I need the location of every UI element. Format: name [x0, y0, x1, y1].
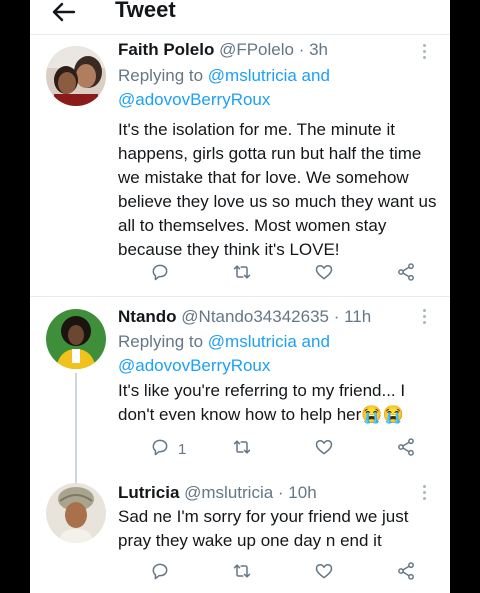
- avatar[interactable]: [46, 309, 106, 369]
- mention-link[interactable]: @adovovBerryRoux: [118, 90, 270, 109]
- replying-and[interactable]: and: [297, 66, 330, 85]
- avatar[interactable]: [46, 46, 106, 106]
- tweet-actions: 1: [122, 437, 414, 461]
- share-icon: [396, 561, 416, 586]
- retweet-button[interactable]: [232, 437, 252, 461]
- back-arrow-icon[interactable]: [50, 1, 76, 23]
- tweet-header: Lutricia @mslutricia · 10h: [118, 483, 317, 503]
- retweet-button[interactable]: [232, 262, 252, 286]
- mention-link[interactable]: @mslutricia: [208, 66, 297, 85]
- share-button[interactable]: [396, 437, 416, 461]
- reply-icon: [150, 437, 170, 462]
- thread-line: [75, 373, 77, 483]
- share-button[interactable]: [396, 262, 416, 286]
- tweet-actions: [122, 262, 414, 286]
- replying-and[interactable]: and: [297, 332, 330, 351]
- top-bar: Tweet: [30, 0, 450, 35]
- reply-count: 1: [178, 440, 187, 458]
- page-title: Tweet: [115, 0, 176, 22]
- tweet-text: It's like you're referring to my friend.…: [118, 381, 406, 424]
- separator-dot: ·: [273, 483, 289, 502]
- tweet-actions: [122, 561, 414, 585]
- tweet-item[interactable]: Faith Polelo @FPolelo · 3h Replying to @…: [30, 34, 450, 296]
- display-name[interactable]: Faith Polelo: [118, 40, 214, 59]
- user-handle[interactable]: @FPolelo: [219, 40, 294, 59]
- tweet-text: It's the isolation for me. The minute it…: [118, 120, 437, 259]
- user-handle[interactable]: @Ntando34342635: [181, 307, 329, 326]
- tweet-item[interactable]: Ntando @Ntando34342635 · 11h Replying to…: [30, 297, 450, 483]
- mention-link[interactable]: @mslutricia: [208, 332, 297, 351]
- replying-to: Replying to @mslutricia and @adovovBerry…: [118, 64, 330, 112]
- mention-link[interactable]: @adovovBerryRoux: [118, 356, 270, 375]
- reply-icon: [150, 262, 170, 287]
- display-name[interactable]: Ntando: [118, 307, 177, 326]
- more-options-icon[interactable]: [422, 309, 428, 327]
- heart-icon: [314, 262, 334, 287]
- display-name[interactable]: Lutricia: [118, 483, 179, 502]
- retweet-icon: [232, 437, 252, 462]
- user-handle[interactable]: @mslutricia: [184, 483, 273, 502]
- reply-icon: [150, 561, 170, 586]
- replying-prefix: Replying to: [118, 66, 208, 85]
- timestamp[interactable]: 11h: [344, 307, 371, 326]
- tweet-text: Sad ne I'm sorry for your friend we just…: [118, 507, 409, 550]
- like-button[interactable]: [314, 262, 334, 286]
- tweet-item[interactable]: Lutricia @mslutricia · 10h Sad ne I'm so…: [30, 475, 450, 593]
- tweet-thread-screen: Tweet Faith Polelo @FPolelo · 3h Replyin…: [30, 0, 450, 593]
- share-icon: [396, 262, 416, 287]
- tweet-header: Ntando @Ntando34342635 · 11h: [118, 307, 371, 327]
- share-button[interactable]: [396, 561, 416, 585]
- reply-button[interactable]: [150, 262, 178, 286]
- more-options-icon[interactable]: [422, 485, 428, 503]
- separator-dot: ·: [293, 40, 310, 59]
- tweet-header: Faith Polelo @FPolelo · 3h: [118, 40, 328, 60]
- heart-icon: [314, 561, 334, 586]
- timestamp[interactable]: 3h: [309, 40, 328, 59]
- avatar[interactable]: [46, 483, 106, 543]
- replying-prefix: Replying to: [118, 332, 208, 351]
- replying-to: Replying to @mslutricia and @adovovBerry…: [118, 330, 330, 378]
- share-icon: [396, 437, 416, 462]
- separator-dot: ·: [329, 307, 345, 326]
- more-options-icon[interactable]: [422, 44, 428, 62]
- retweet-button[interactable]: [232, 561, 252, 585]
- heart-icon: [314, 437, 334, 462]
- reply-button[interactable]: 1: [150, 437, 186, 461]
- like-button[interactable]: [314, 561, 334, 585]
- like-button[interactable]: [314, 437, 334, 461]
- retweet-icon: [232, 561, 252, 586]
- reply-button[interactable]: [150, 561, 178, 585]
- retweet-icon: [232, 262, 252, 287]
- timestamp[interactable]: 10h: [288, 483, 316, 502]
